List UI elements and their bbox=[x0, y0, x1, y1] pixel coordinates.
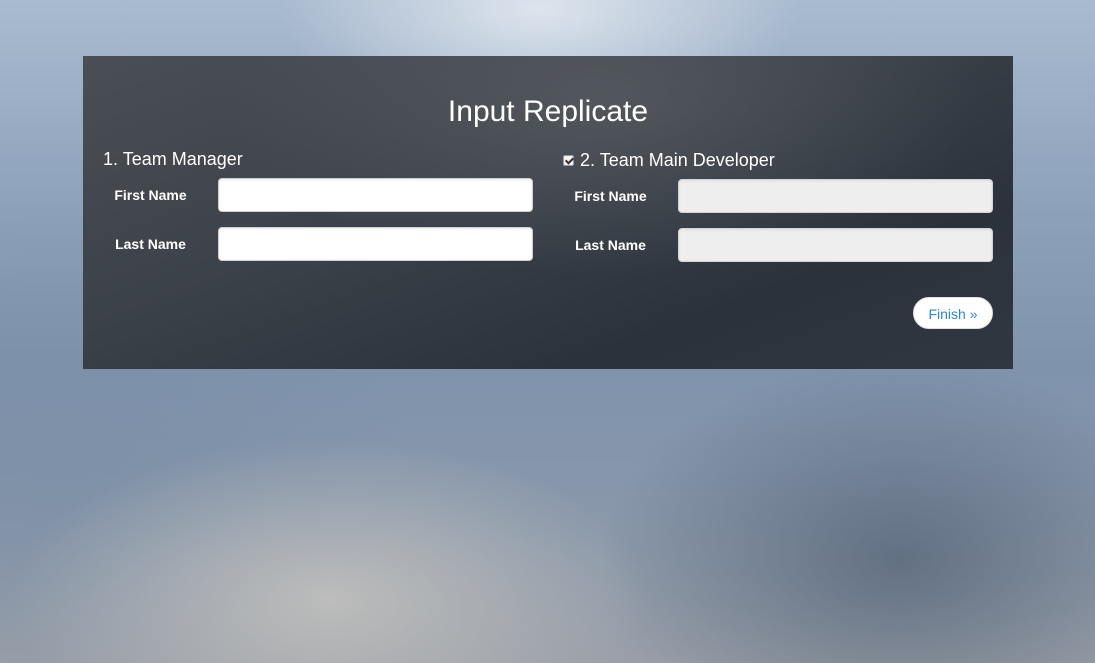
manager-last-name-row: Last Name bbox=[103, 227, 533, 261]
finish-button[interactable]: Finish » bbox=[913, 297, 993, 329]
developer-first-name-input[interactable] bbox=[678, 179, 993, 213]
manager-last-name-input[interactable] bbox=[218, 227, 533, 261]
input-replicate-panel: Input Replicate 1. Team Manager First Na… bbox=[83, 56, 1013, 369]
manager-first-name-row: First Name bbox=[103, 178, 533, 212]
developer-last-name-row: Last Name bbox=[563, 228, 993, 262]
developer-first-name-row: First Name bbox=[563, 179, 993, 213]
developer-last-name-label: Last Name bbox=[575, 237, 646, 253]
team-main-developer-heading-text: 2. Team Main Developer bbox=[580, 150, 775, 170]
team-main-developer-heading: 2. Team Main Developer bbox=[563, 149, 993, 171]
manager-last-name-label: Last Name bbox=[115, 236, 186, 252]
team-manager-section: 1. Team Manager First Name Last Name bbox=[103, 148, 533, 261]
developer-last-name-input[interactable] bbox=[678, 228, 993, 262]
checkbox-checked-icon[interactable] bbox=[563, 154, 574, 166]
team-main-developer-section: 2. Team Main Developer First Name Last N… bbox=[563, 148, 993, 262]
manager-first-name-label: First Name bbox=[114, 187, 187, 203]
manager-first-name-input[interactable] bbox=[218, 178, 533, 212]
team-manager-heading: 1. Team Manager bbox=[103, 148, 533, 170]
developer-first-name-label: First Name bbox=[574, 188, 647, 204]
page-title: Input Replicate bbox=[447, 95, 649, 128]
team-manager-heading-text: 1. Team Manager bbox=[103, 149, 243, 169]
